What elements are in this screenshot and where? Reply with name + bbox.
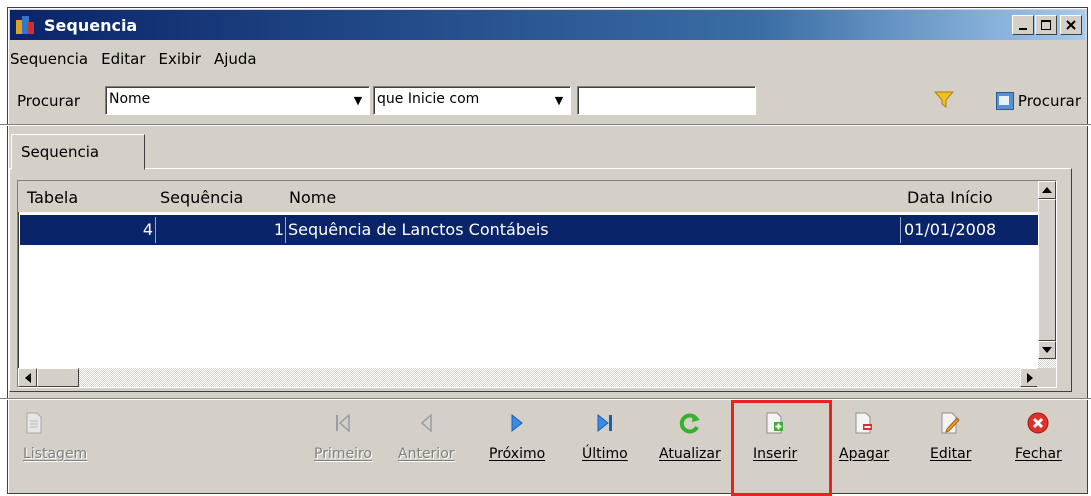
filter-icon[interactable] <box>934 91 954 109</box>
arrow-down-icon <box>1042 347 1052 353</box>
proximo-label: Próximo <box>489 446 546 462</box>
close-circle-icon <box>1027 412 1049 434</box>
grid-header: Tabela Sequência Nome Data Início <box>18 181 1039 212</box>
search-field-select[interactable]: Nome ▼ <box>105 86 370 115</box>
scroll-thumb[interactable] <box>1038 199 1056 341</box>
apagar-label: Apagar <box>839 446 890 462</box>
column-header-data-inicio[interactable]: Data Início <box>907 188 993 207</box>
proximo-button[interactable]: Próximo <box>489 412 545 482</box>
previous-record-icon <box>415 412 437 434</box>
search-button[interactable]: Procurar <box>995 87 1081 115</box>
scroll-up-button[interactable] <box>1038 181 1056 199</box>
inserir-highlight-box <box>731 400 832 496</box>
cell-sequencia: 1 <box>273 220 284 239</box>
menu-exibir[interactable]: Exibir <box>159 50 201 68</box>
search-field-value: Nome <box>109 91 151 107</box>
scroll-down-button[interactable] <box>1038 341 1056 359</box>
menu-bar: Sequencia Editar Exibir Ajuda <box>10 50 270 68</box>
editar-button[interactable]: Editar <box>930 412 971 482</box>
divider <box>0 124 1091 126</box>
vertical-scrollbar[interactable] <box>1038 181 1056 369</box>
fechar-label: Fechar <box>1015 446 1062 462</box>
first-record-icon <box>332 412 354 434</box>
editar-label: Editar <box>930 446 972 462</box>
search-icon <box>995 92 1014 110</box>
ultimo-label: Último <box>582 446 628 462</box>
report-icon <box>23 412 45 434</box>
minimize-button[interactable] <box>1012 15 1034 35</box>
maximize-button[interactable] <box>1035 15 1057 35</box>
tab-label: Sequencia <box>21 143 100 161</box>
close-button[interactable] <box>1060 15 1082 35</box>
edit-document-icon <box>940 412 962 434</box>
scroll-left-button[interactable] <box>18 368 37 387</box>
search-label: Procurar <box>17 92 81 110</box>
fechar-button[interactable]: Fechar <box>1015 412 1062 482</box>
search-button-label: Procurar <box>1017 92 1081 110</box>
column-header-sequencia[interactable]: Sequência <box>160 188 243 207</box>
anterior-button[interactable]: Anterior <box>398 412 455 482</box>
column-header-nome[interactable]: Nome <box>289 188 336 207</box>
close-icon <box>1066 20 1076 30</box>
title-bar[interactable]: Sequencia <box>10 10 1085 40</box>
app-icon <box>16 16 34 34</box>
cell-tabela: 4 <box>142 220 153 239</box>
arrow-up-icon <box>1042 187 1052 193</box>
chevron-down-icon[interactable]: ▼ <box>550 90 568 111</box>
maximize-icon <box>1041 20 1051 30</box>
atualizar-label: Atualizar <box>659 446 721 462</box>
table-row[interactable]: 4 1 Sequência de Lanctos Contábeis 01/01… <box>20 215 1039 245</box>
menu-sequencia[interactable]: Sequencia <box>10 50 88 68</box>
scroll-thumb[interactable] <box>37 368 79 387</box>
menu-ajuda[interactable]: Ajuda <box>214 50 257 68</box>
search-condition-value: que Inicie com <box>377 91 480 107</box>
primeiro-label: Primeiro <box>314 446 372 462</box>
last-record-icon <box>594 412 616 434</box>
chevron-down-icon[interactable]: ▼ <box>349 90 367 111</box>
arrow-left-icon <box>24 372 31 383</box>
primeiro-button[interactable]: Primeiro <box>314 412 372 482</box>
arrow-right-icon <box>1026 372 1033 383</box>
cell-nome: Sequência de Lanctos Contábeis <box>288 220 549 239</box>
menu-editar[interactable]: Editar <box>101 50 145 68</box>
window-title: Sequencia <box>44 15 138 35</box>
ultimo-button[interactable]: Último <box>582 412 628 482</box>
search-bar: Procurar Nome ▼ que Inicie com ▼ Procura… <box>17 85 1081 115</box>
refresh-icon <box>679 412 701 434</box>
minimize-icon <box>1019 28 1027 30</box>
column-header-tabela[interactable]: Tabela <box>27 188 78 207</box>
delete-document-icon <box>853 412 875 434</box>
divider <box>0 398 1091 400</box>
listagem-label: Listagem <box>23 446 88 462</box>
cell-data-inicio: 01/01/2008 <box>904 220 997 239</box>
tab-sequencia[interactable]: Sequencia <box>11 134 145 170</box>
next-record-icon <box>506 412 528 434</box>
horizontal-scrollbar[interactable] <box>18 368 1039 387</box>
data-grid: Tabela Sequência Nome Data Início 4 1 Se… <box>17 180 1057 388</box>
listagem-button[interactable]: Listagem <box>23 412 87 482</box>
apagar-button[interactable]: Apagar <box>839 412 889 482</box>
search-condition-select[interactable]: que Inicie com ▼ <box>373 86 571 115</box>
scroll-corner <box>1037 368 1056 387</box>
anterior-label: Anterior <box>398 446 455 462</box>
atualizar-button[interactable]: Atualizar <box>659 412 721 482</box>
search-input[interactable] <box>577 86 756 115</box>
